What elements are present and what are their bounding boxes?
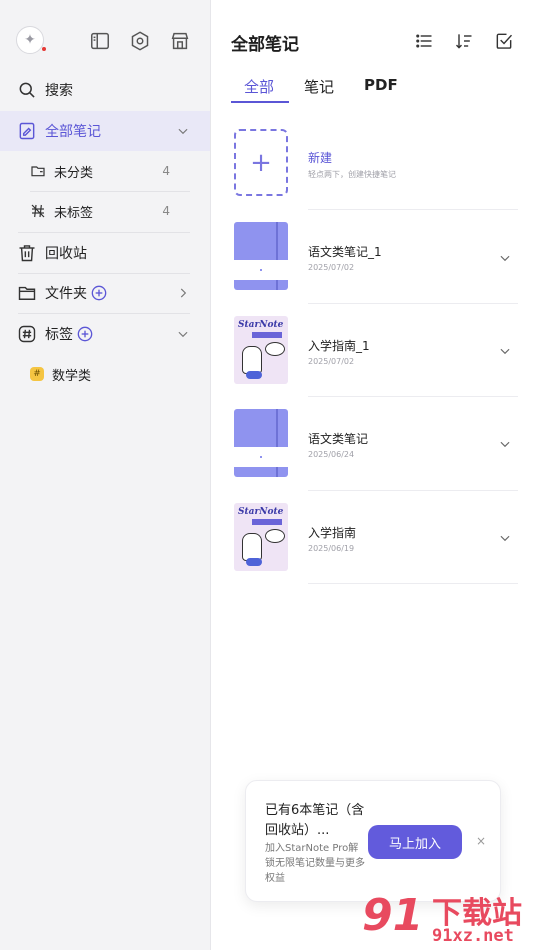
note-cover[interactable] [234,409,288,477]
note-date: 2025/06/24 [308,450,355,459]
sparkle-icon: ✦ [24,32,36,48]
tab-notes[interactable]: 笔记 [304,76,334,102]
sidebar-item-label: 回收站 [45,246,87,262]
divider [308,303,518,304]
sidebar-item-search[interactable]: 搜索 [0,70,210,110]
no-tag-icon [31,204,45,218]
cover-ribbon [252,519,282,525]
sidebar-item-label: 搜索 [45,83,73,99]
sidebar-item-all-notes[interactable]: 全部笔记 [0,111,210,151]
sidebar-item-trash[interactable]: 回收站 [0,233,210,273]
chevron-down-icon[interactable] [498,437,512,451]
note-title[interactable]: 入学指南 [308,524,356,541]
sidebar-item-tag-math[interactable]: # 数学类 [0,354,210,394]
promo-description: 加入StarNote Pro解锁无限笔记数量与更多权益 [265,843,365,884]
sidebar-item-untagged[interactable]: 未标签 4 [0,191,210,231]
tab-underline [231,101,289,103]
divider [308,583,518,584]
sidebar-item-label: 未标签 [54,205,94,221]
settings-icon[interactable] [129,30,151,52]
store-icon[interactable] [169,30,191,52]
note-date: 2025/07/02 [308,357,355,366]
promo-title: 已有6本笔记（含回收站）... [265,803,365,838]
chevron-down-icon[interactable] [176,327,190,341]
add-tag-icon[interactable] [77,326,93,342]
mascot-icon [242,533,262,566]
tab-pdf[interactable]: PDF [364,76,398,102]
select-icon[interactable] [494,31,514,51]
note-title[interactable]: 入学指南_1 [308,337,370,354]
sidebar-item-uncategorized[interactable]: 未分类 4 [0,151,210,191]
cover-title: StarNote [238,320,284,330]
chevron-down-icon[interactable] [176,124,190,138]
search-icon [19,82,35,98]
chevron-right-icon[interactable] [176,286,190,300]
plus-icon: + [250,147,272,178]
note-cover[interactable]: StarNote [234,316,288,384]
sidebar-item-label: 全部笔记 [45,124,101,140]
divider [308,490,518,491]
new-note-button[interactable]: + [234,129,288,196]
note-cover[interactable] [234,222,288,290]
sidebar-item-folders[interactable]: 文件夹 [0,273,210,313]
note-title[interactable]: 语文类笔记_1 [308,243,382,260]
sidebar-item-tags[interactable]: 标签 [0,314,210,354]
note-date: 2025/07/02 [308,263,355,272]
note-edit-icon [19,122,35,140]
chevron-down-icon[interactable] [498,531,512,545]
note-date: 2025/06/19 [308,544,355,553]
sidebar-item-label: 标签 [45,327,73,343]
add-folder-icon[interactable] [91,285,107,301]
sidebar-item-label: 未分类 [54,165,94,181]
divider [308,209,518,210]
sidebar-item-label: 文件夹 [45,286,87,302]
avatar[interactable]: ✦ [16,26,46,54]
cover-dot [260,456,262,458]
sidebar-item-label: 数学类 [52,368,92,384]
divider [308,396,518,397]
note-title[interactable]: 语文类笔记 [308,430,368,447]
hash-tag-icon [18,325,36,343]
cover-title: StarNote [238,507,284,517]
chevron-down-icon[interactable] [498,344,512,358]
notification-dot [42,47,46,51]
watermark-number: 91 [362,890,424,941]
watermark-url: 91xz.net [432,926,514,946]
page-title: 全部笔记 [231,35,299,55]
close-icon[interactable]: × [475,835,487,847]
item-count: 4 [162,204,170,218]
tab-all[interactable]: 全部 [244,76,274,102]
folder-outline-icon [31,166,45,177]
sidebar: ✦ 搜索 全部笔记 未分类 4 未标签 4 回收站 文件夹 标签 # 数学类 [0,0,211,950]
new-note-hint: 轻点两下，创建快捷笔记 [308,170,396,179]
folder-icon [18,286,36,300]
sidebar-top-bar: ✦ [16,26,194,56]
cover-ribbon [252,332,282,338]
new-note-title[interactable]: 新建 [308,149,332,166]
note-cover[interactable]: StarNote [234,503,288,571]
tab-bar: 全部 笔记 PDF [231,76,428,102]
upgrade-promo-card: 已有6本笔记（含回收站）... 加入StarNote Pro解锁无限笔记数量与更… [245,780,501,902]
sort-icon[interactable] [454,31,474,51]
speech-bubble-icon [265,342,285,356]
tag-color-icon: # [30,367,44,381]
list-view-icon[interactable] [414,31,434,51]
speech-bubble-icon [265,529,285,543]
sidebar-toggle-icon[interactable] [89,30,111,52]
trash-icon [19,245,35,262]
mascot-icon [242,346,262,379]
item-count: 4 [162,164,170,178]
join-now-button[interactable]: 马上加入 [368,825,462,859]
watermark-logo: 91 下载站 91xz.net [360,888,534,950]
chevron-down-icon[interactable] [498,251,512,265]
cover-dot [260,269,262,271]
